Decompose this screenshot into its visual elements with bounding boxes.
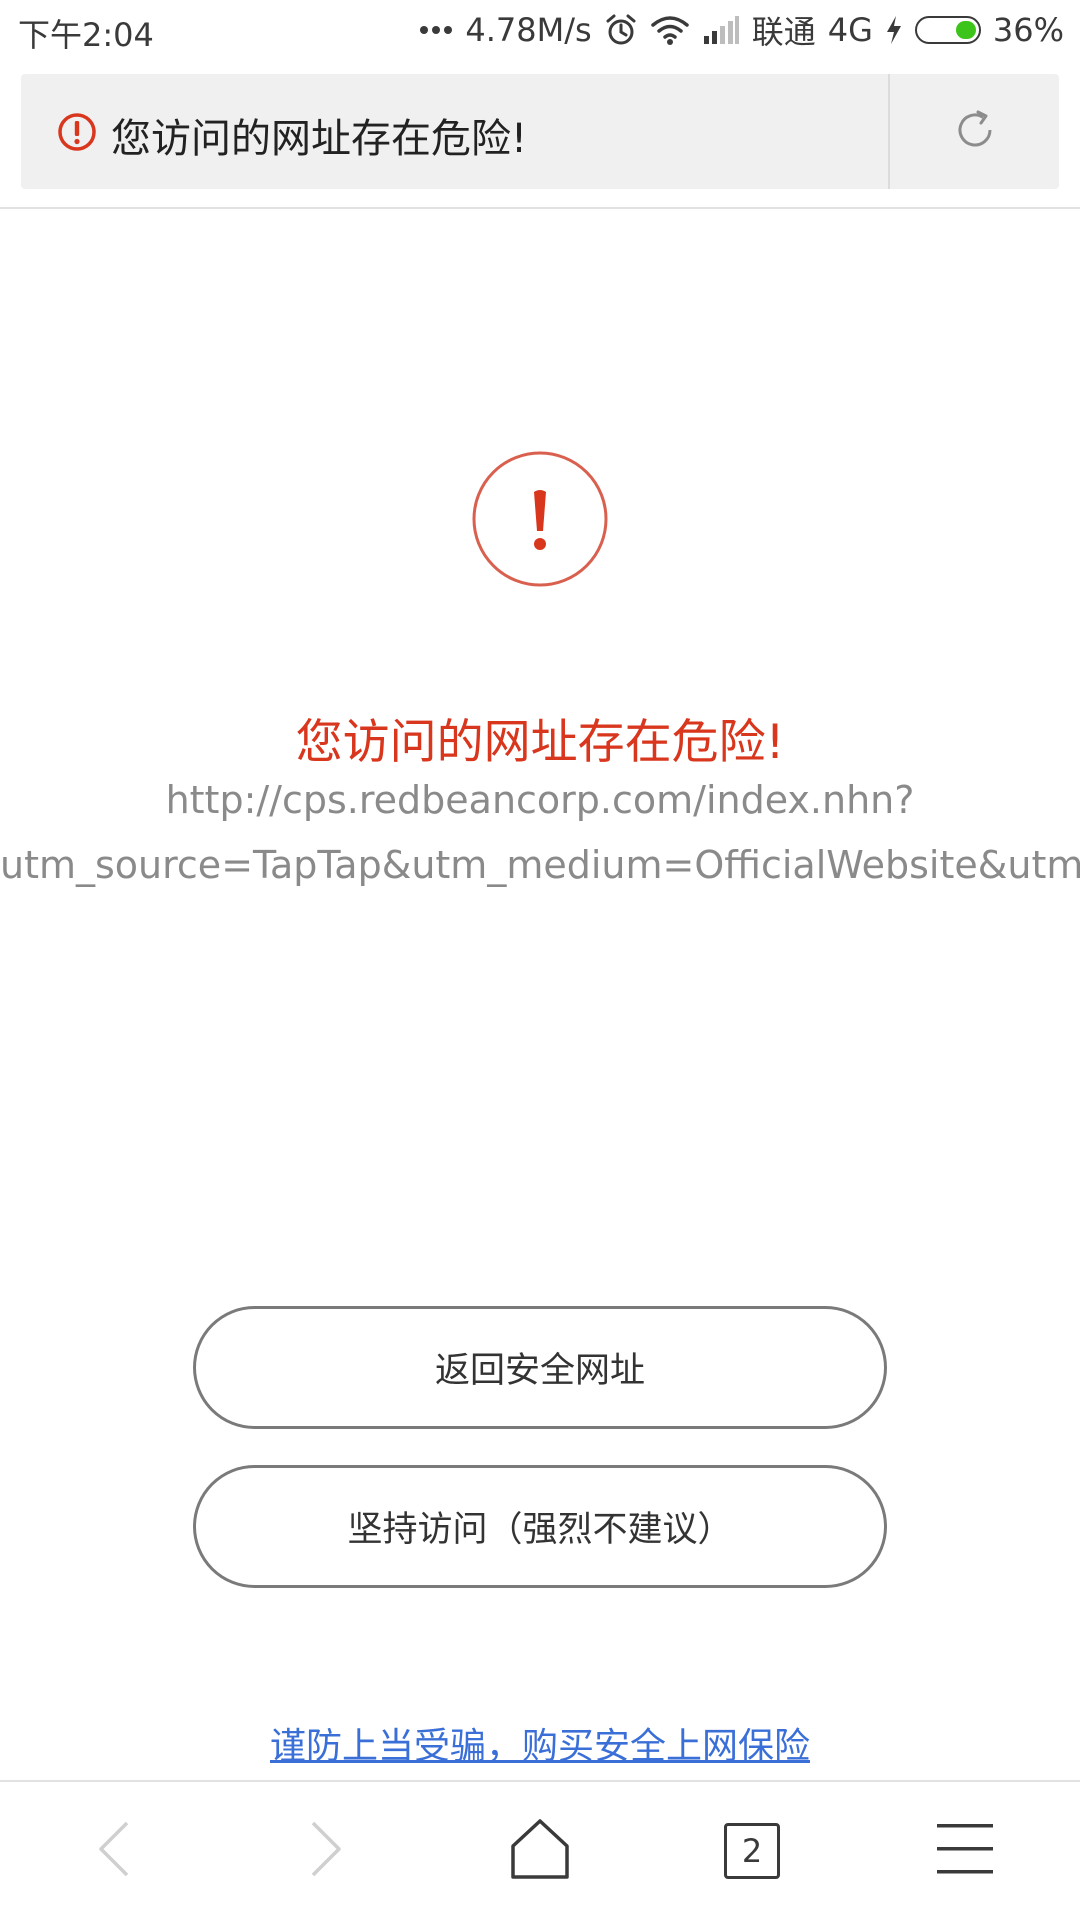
- reload-button[interactable]: [890, 74, 1059, 189]
- home-button[interactable]: [480, 1782, 600, 1920]
- back-icon: [95, 1819, 135, 1883]
- forward-button[interactable]: [265, 1782, 385, 1920]
- signal-icon: [702, 16, 740, 44]
- blocked-url-line-1: http://cps.redbeancorp.com/index.nhn?: [165, 778, 915, 822]
- tabs-icon: 2: [724, 1823, 780, 1879]
- back-button[interactable]: [55, 1782, 175, 1920]
- return-safe-button[interactable]: 返回安全网址: [193, 1306, 887, 1429]
- exclamation-circle-icon: [472, 451, 608, 587]
- warning-heading: 您访问的网址存在危险!: [295, 715, 785, 770]
- reload-icon: [952, 107, 998, 157]
- menu-button[interactable]: [905, 1782, 1025, 1920]
- battery-level-fill: [955, 21, 976, 39]
- top-separator: [0, 207, 1080, 209]
- continue-visit-button[interactable]: 坚持访问（强烈不建议）: [193, 1465, 887, 1588]
- forward-icon: [305, 1819, 345, 1883]
- browser-page: 下午2:04 4.78M/s 联通 4G 36% 您访问的网址存在危险! 您访问…: [0, 0, 1080, 1920]
- home-icon: [509, 1818, 571, 1884]
- warning-circle-icon: [57, 112, 97, 152]
- tabs-count: 2: [741, 1832, 763, 1870]
- network-type: 4G: [827, 11, 873, 49]
- blocked-url-line-2: utm_source=TapTap&utm_medium=OfficialWeb…: [0, 843, 1080, 887]
- insurance-link[interactable]: 谨防上当受骗，购买安全上网保险: [0, 1717, 1080, 1769]
- network-speed: 4.78M/s: [465, 11, 592, 49]
- status-bar: 下午2:04 4.78M/s 联通 4G 36%: [0, 0, 1080, 62]
- charging-icon: [885, 15, 903, 45]
- carrier-name: 联通: [751, 13, 816, 51]
- address-bar[interactable]: 您访问的网址存在危险!: [21, 74, 1059, 189]
- address-title: 您访问的网址存在危险!: [111, 116, 528, 162]
- battery-icon: [914, 16, 981, 44]
- battery-percent: 36%: [992, 11, 1064, 49]
- status-indicators: 4.78M/s 联通 4G 36%: [419, 8, 1064, 52]
- status-time: 下午2:04: [18, 16, 154, 54]
- wifi-icon: [650, 14, 690, 46]
- tabs-button[interactable]: 2: [692, 1782, 812, 1920]
- bottom-toolbar: 2: [0, 1782, 1080, 1920]
- more-dots-icon: [419, 25, 453, 35]
- menu-icon: [936, 1823, 994, 1879]
- alarm-icon: [604, 13, 638, 47]
